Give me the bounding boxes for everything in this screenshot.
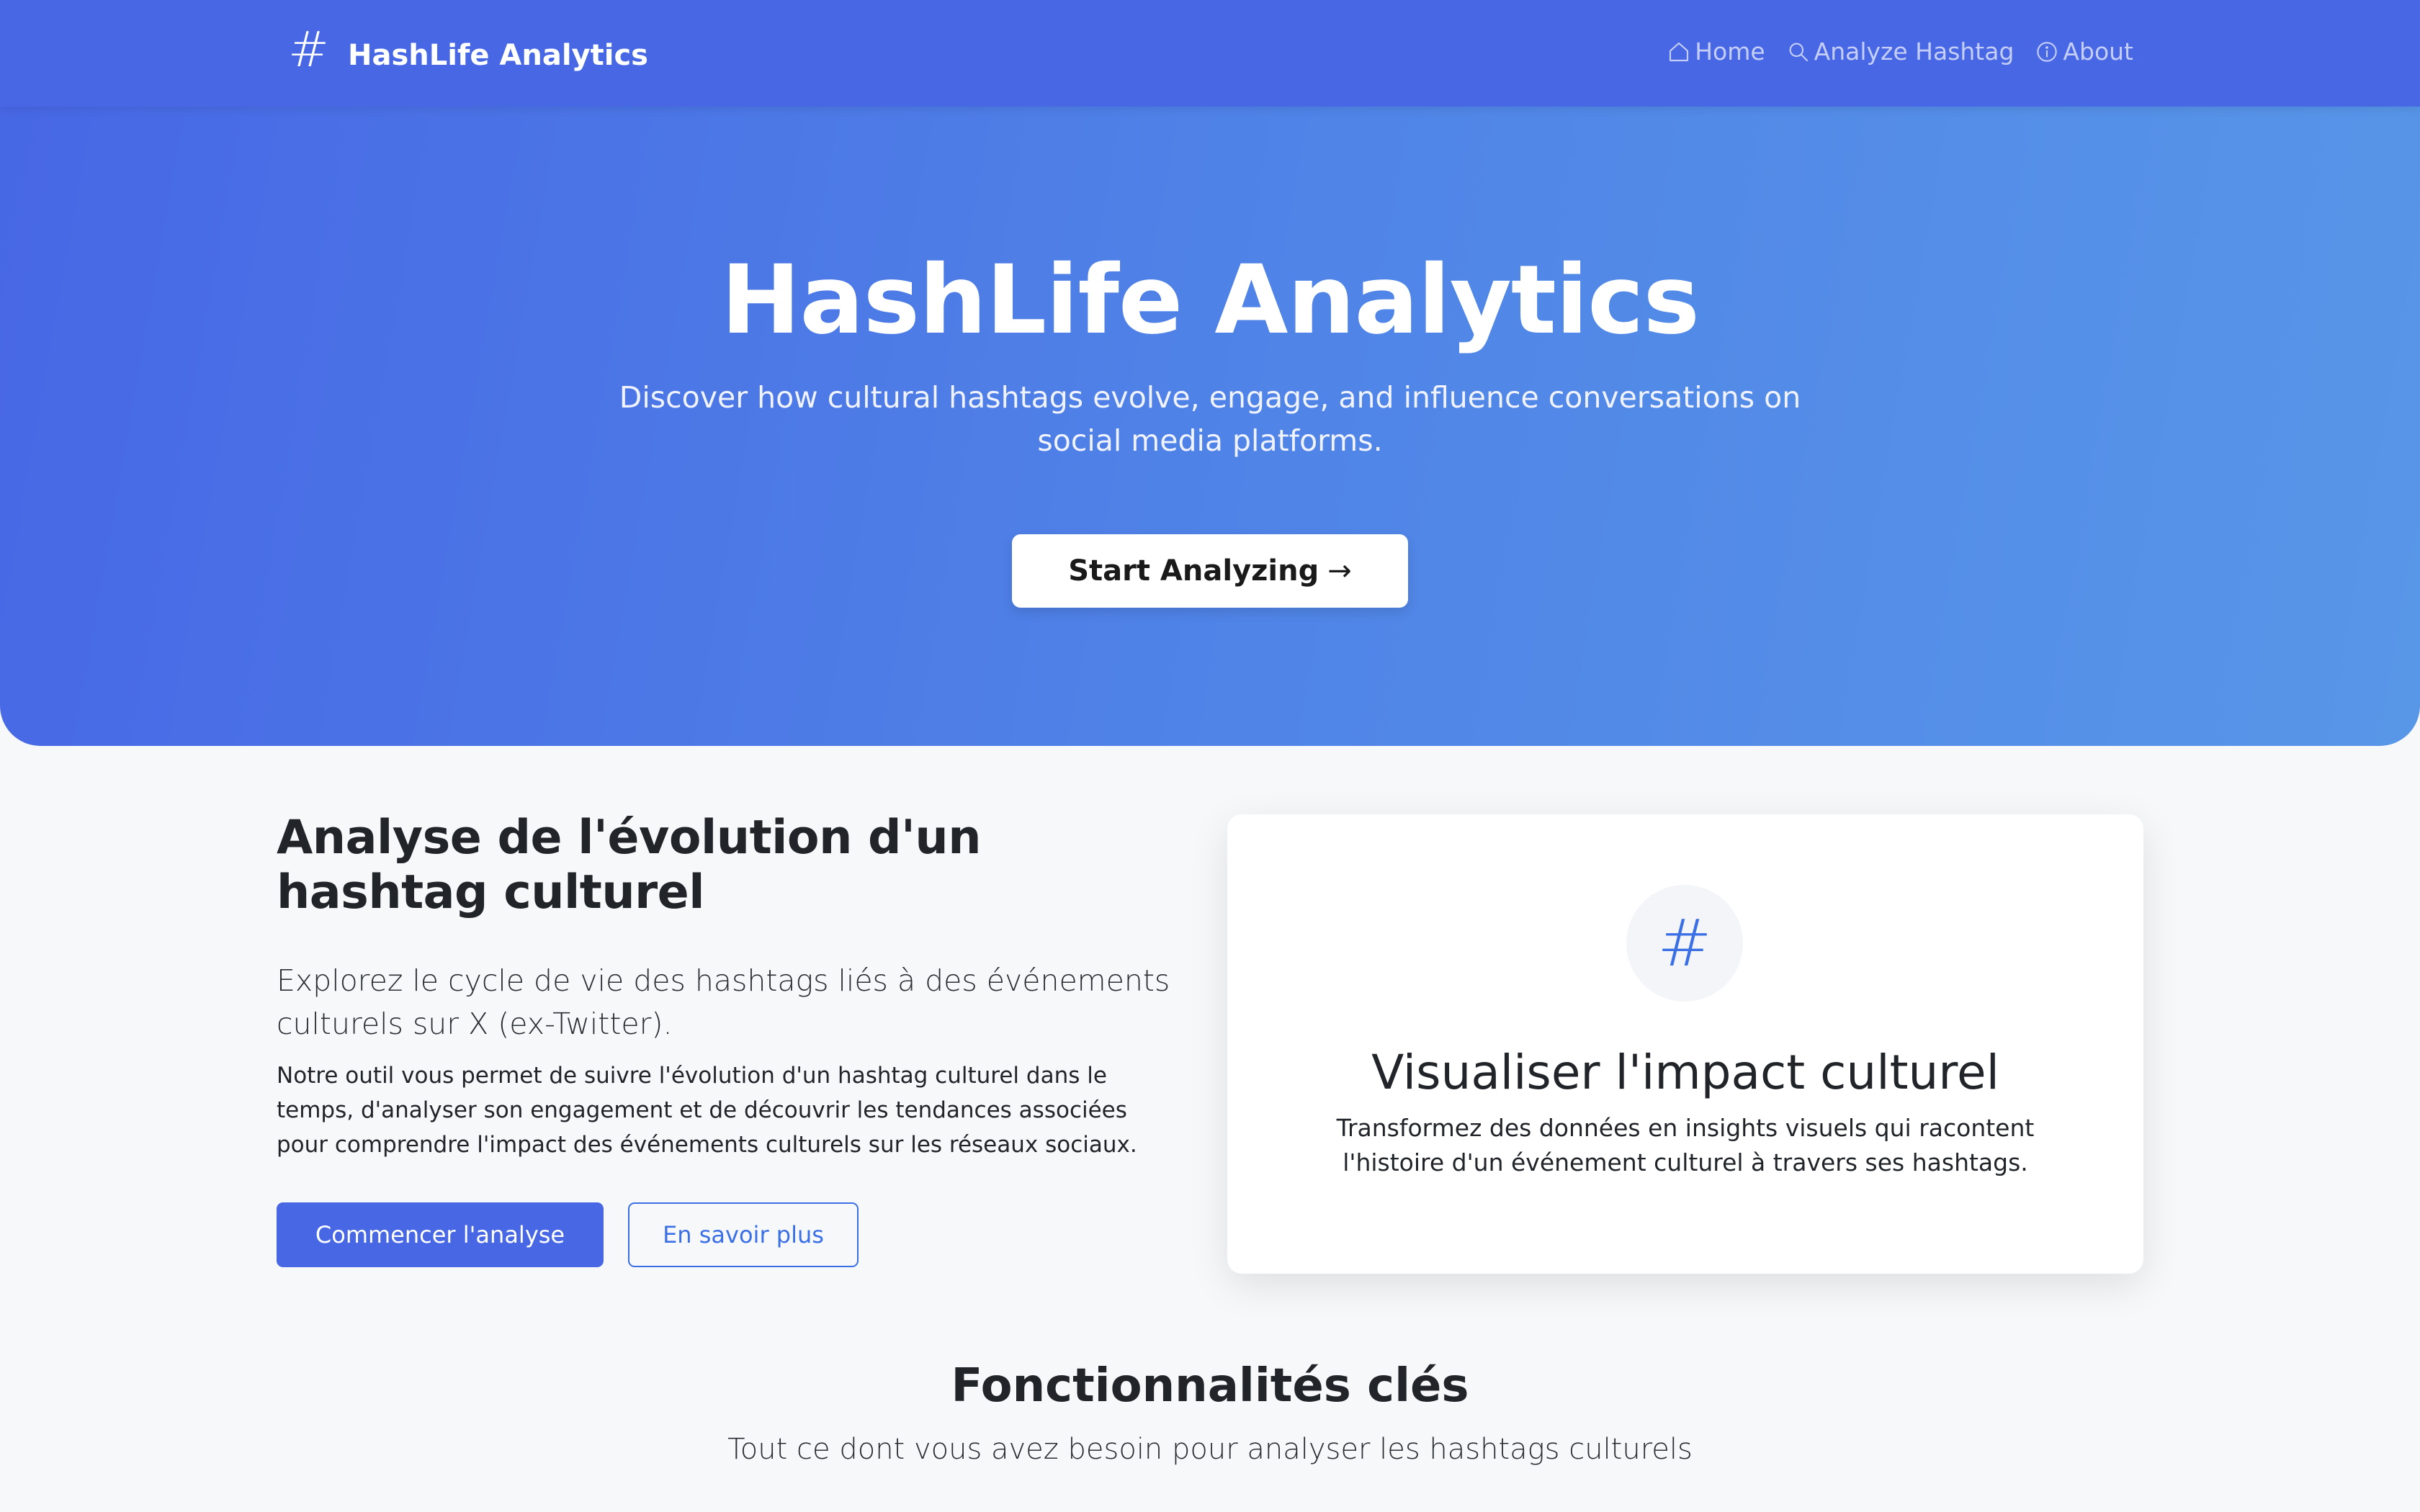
visualize-impact-card: # Visualiser l'impact culturel Transform…	[1227, 814, 2143, 1274]
home-icon	[1670, 42, 1689, 61]
nav-link-label: About	[2063, 37, 2133, 66]
start-analyzing-button[interactable]: Start Analyzing →	[1012, 534, 1408, 608]
nav-link-about[interactable]: About	[2035, 37, 2133, 66]
nav-links: Home Analyze Hashtag About	[1667, 37, 2133, 66]
navbar: # HashLife Analytics Home Analyze Hashta…	[0, 0, 2420, 107]
info-icon	[2037, 41, 2058, 62]
start-analyzing-label: Start Analyzing	[1068, 554, 1319, 588]
features-subtitle: Tout ce dont vous avez besoin pour analy…	[727, 1433, 1693, 1466]
start-analysis-button[interactable]: Commencer l'analyse	[277, 1202, 604, 1267]
nav-link-label: Analyze Hashtag	[1814, 37, 2015, 66]
search-icon	[1789, 42, 1808, 61]
features-title: Fonctionnalités clés	[951, 1359, 1469, 1413]
card-text: Transformez des données en insights visu…	[1336, 1114, 2035, 1176]
learn-more-button[interactable]: En savoir plus	[628, 1202, 859, 1267]
brand-name: HashLife Analytics	[347, 39, 648, 72]
nav-link-label: Home	[1695, 37, 1765, 66]
intro-body: Notre outil vous permet de suivre l'évol…	[277, 1063, 1137, 1158]
intro-section: Analyse de l'évolution d'un hashtag cult…	[277, 811, 1177, 1267]
intro-title: Analyse de l'évolution d'un hashtag cult…	[277, 811, 981, 919]
nav-link-home[interactable]: Home	[1667, 37, 1765, 66]
hero-section: HashLife Analytics Discover how cultural…	[0, 0, 2420, 746]
nav-link-analyze-hashtag[interactable]: Analyze Hashtag	[1787, 37, 2015, 66]
hashtag-icon: #	[288, 22, 329, 78]
hero-title: HashLife Analytics	[720, 245, 1700, 356]
card-title: Visualiser l'impact culturel	[1371, 1045, 1999, 1100]
arrow-right-icon: →	[1327, 554, 1352, 588]
hashtag-icon: #	[1626, 885, 1743, 1002]
intro-actions: Commencer l'analyse En savoir plus	[277, 1202, 1177, 1267]
brand-link[interactable]: # HashLife Analytics	[288, 26, 648, 75]
intro-lead: Explorez le cycle de vie des hashtags li…	[277, 963, 1170, 1041]
hero-subtitle: Discover how cultural hashtags evolve, e…	[619, 380, 1801, 458]
